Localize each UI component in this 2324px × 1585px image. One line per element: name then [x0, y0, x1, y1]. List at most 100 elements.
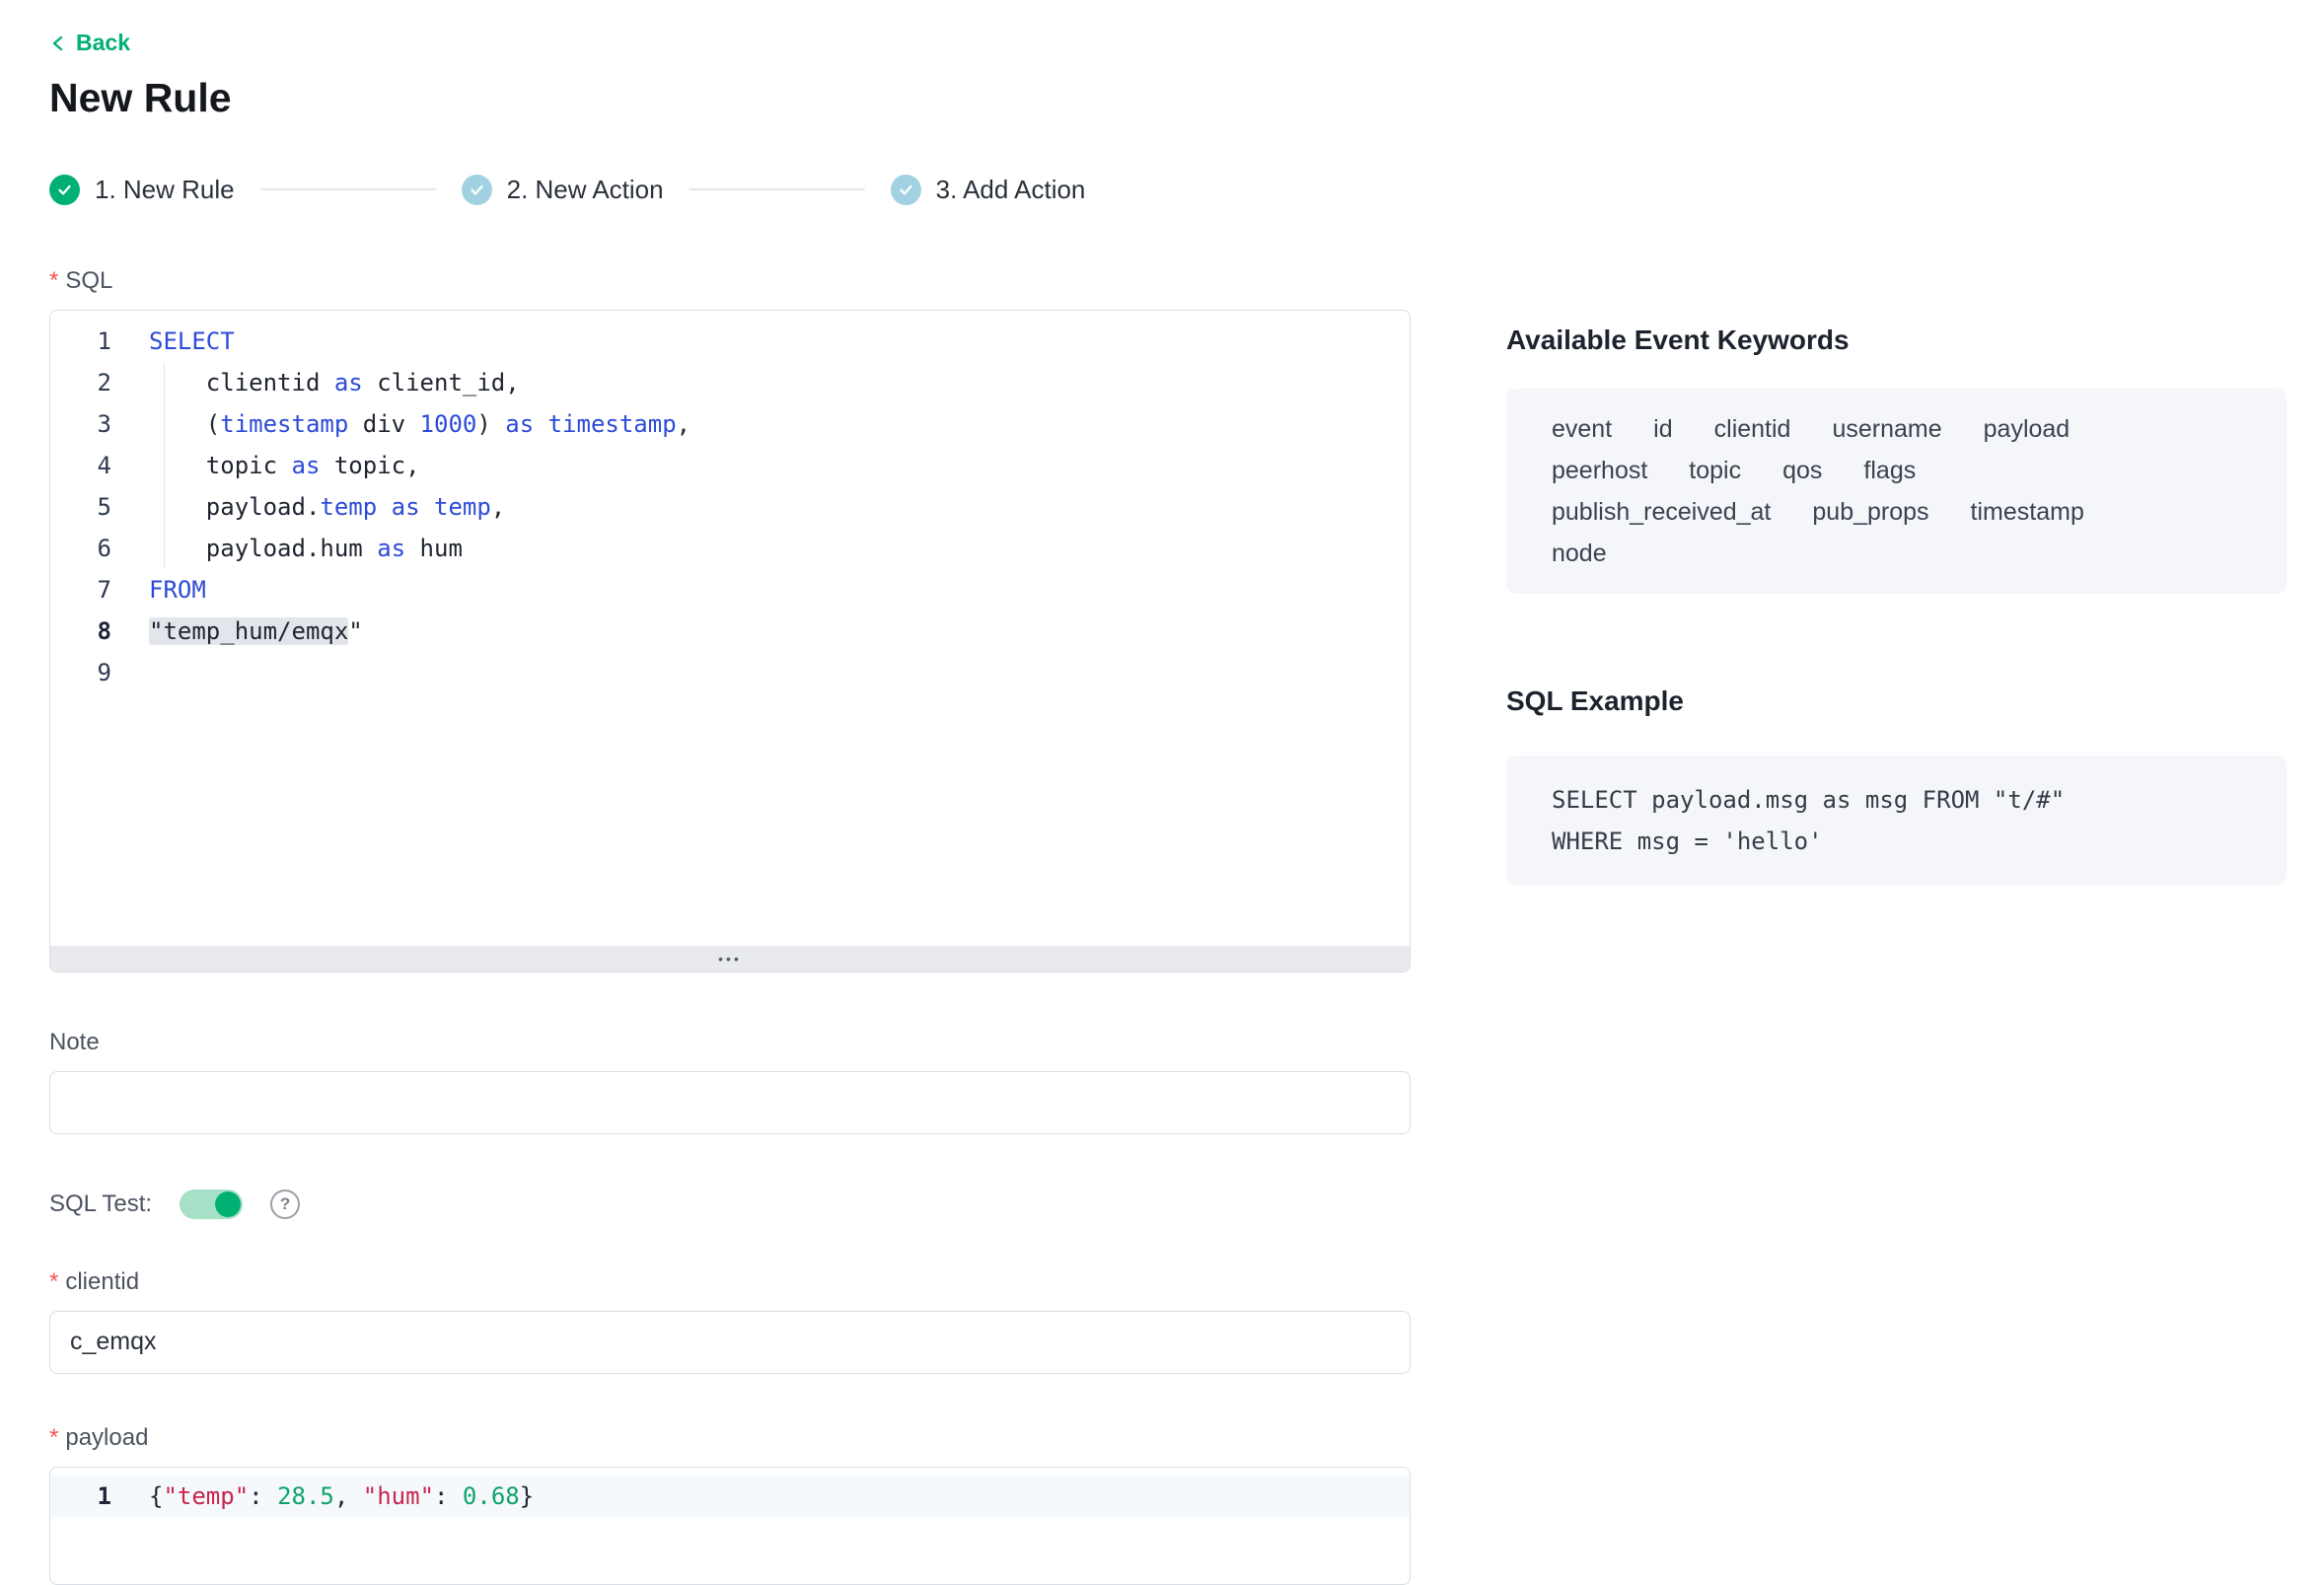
- sql-field-label: * SQL: [49, 266, 1411, 296]
- code-token: "hum": [363, 1482, 434, 1510]
- code-token: ,: [334, 1482, 363, 1510]
- code-line: 8 "temp_hum/emqx": [50, 611, 1410, 652]
- step-3-add-action[interactable]: 3. Add Action: [891, 175, 1086, 205]
- clientid-input[interactable]: [49, 1311, 1411, 1374]
- back-label: Back: [76, 30, 130, 56]
- code-token: payload.: [149, 493, 320, 521]
- check-circle-icon-todo: [891, 175, 921, 205]
- field-label-text: payload: [65, 1423, 148, 1453]
- chevron-left-icon: [49, 34, 67, 53]
- field-label-text: SQL: [65, 266, 112, 296]
- code-token: ): [476, 410, 505, 438]
- field-label-text: clientid: [65, 1267, 139, 1297]
- code-text: clientid as client_id,: [149, 362, 520, 403]
- event-keyword: username: [1832, 414, 1941, 444]
- event-keyword: flags: [1863, 456, 1916, 485]
- sql-code-area: 1SELECT2 clientid as client_id,3 (timest…: [50, 311, 1410, 946]
- code-token: temp: [434, 493, 491, 521]
- clientid-field-label: * clientid: [49, 1267, 1411, 1297]
- code-text: payload.hum as hum: [149, 528, 463, 569]
- code-token: as: [392, 493, 420, 521]
- code-token: ,: [677, 410, 690, 438]
- code-token: client_id,: [363, 369, 520, 396]
- main-column: Back New Rule 1. New Rule 2. New Action …: [49, 0, 1411, 1585]
- code-token: as: [377, 535, 405, 562]
- event-keyword: event: [1552, 414, 1612, 444]
- event-keyword: id: [1653, 414, 1672, 444]
- code-line: 1SELECT: [50, 321, 1410, 362]
- code-line: 2 clientid as client_id,: [50, 362, 1410, 403]
- code-token: hum: [405, 535, 463, 562]
- sql-test-row: SQL Test: ?: [49, 1189, 1411, 1220]
- line-number: 6: [50, 528, 111, 569]
- list-item: WHERE msg = 'hello': [1552, 821, 2241, 862]
- line-number: 3: [50, 403, 111, 445]
- sql-example-box: SELECT payload.msg as msg FROM "t/#"WHER…: [1506, 756, 2287, 886]
- sql-test-toggle[interactable]: [180, 1189, 243, 1219]
- toggle-knob: [215, 1191, 241, 1217]
- line-number: 5: [50, 486, 111, 528]
- keyword-row: publish_received_atpub_propstimestamp: [1552, 497, 2241, 527]
- event-keyword: clientid: [1714, 414, 1791, 444]
- code-token: 28.5: [277, 1482, 334, 1510]
- code-token: 0.68: [463, 1482, 520, 1510]
- field-label-text: Note: [49, 1028, 100, 1057]
- code-line: 5 payload.temp as temp,: [50, 486, 1410, 528]
- code-token: (: [149, 410, 220, 438]
- code-token: as: [505, 410, 534, 438]
- event-keyword: peerhost: [1552, 456, 1647, 485]
- code-token: as: [334, 369, 363, 396]
- code-token: temp: [320, 493, 377, 521]
- check-circle-icon-todo: [462, 175, 492, 205]
- code-token: div: [348, 410, 419, 438]
- code-token: }: [520, 1482, 534, 1510]
- code-token: "temp_hum/emqx: [149, 617, 348, 645]
- event-keyword: pub_props: [1812, 497, 1928, 527]
- code-token: [534, 410, 547, 438]
- code-token: 1000: [420, 410, 477, 438]
- code-token: {: [149, 1482, 163, 1510]
- help-panel: Available Event Keywords eventidclientid…: [1506, 324, 2287, 886]
- sql-code-editor[interactable]: 1SELECT2 clientid as client_id,3 (timest…: [49, 310, 1411, 973]
- code-token: timestamp: [548, 410, 677, 438]
- event-keyword: payload: [1984, 414, 2070, 444]
- code-text: (timestamp div 1000) as timestamp,: [149, 403, 690, 445]
- step-1-new-rule[interactable]: 1. New Rule: [49, 175, 235, 205]
- code-token: payload.hum: [149, 535, 377, 562]
- code-line: 4 topic as topic,: [50, 445, 1410, 486]
- required-asterisk: *: [49, 1267, 58, 1297]
- code-token: ,: [491, 493, 505, 521]
- line-number: 7: [50, 569, 111, 611]
- code-token: :: [434, 1482, 463, 1510]
- note-input[interactable]: [49, 1071, 1411, 1134]
- stepper: 1. New Rule 2. New Action 3. Add Action: [49, 175, 1411, 205]
- editor-resize-handle[interactable]: •••: [50, 946, 1410, 972]
- code-token: topic,: [320, 452, 419, 479]
- step-2-new-action[interactable]: 2. New Action: [462, 175, 664, 205]
- help-icon[interactable]: ?: [270, 1189, 300, 1219]
- code-line: 1{"temp": 28.5, "hum": 0.68}: [50, 1476, 1410, 1517]
- keyword-row: node: [1552, 539, 2241, 568]
- code-text: "temp_hum/emqx": [149, 611, 363, 652]
- code-text: SELECT: [149, 321, 235, 362]
- note-field-label: Note: [49, 1028, 1411, 1057]
- code-line: 6 payload.hum as hum: [50, 528, 1410, 569]
- step-label: 1. New Rule: [95, 175, 235, 205]
- code-line: 9: [50, 652, 1410, 693]
- sql-test-label: SQL Test:: [49, 1189, 152, 1219]
- line-number: 2: [50, 362, 111, 403]
- back-link[interactable]: Back: [49, 30, 130, 56]
- code-token: timestamp: [220, 410, 348, 438]
- keywords-box: event id clientid username payload peerhost to…: [1506, 389, 2287, 594]
- event-keyword: topic: [1689, 456, 1741, 485]
- payload-code-editor[interactable]: 1{"temp": 28.5, "hum": 0.68}: [49, 1467, 1411, 1585]
- sql-example-title: SQL Example: [1506, 684, 2287, 718]
- ellipsis-icon: •••: [718, 951, 742, 967]
- code-line: 7FROM: [50, 569, 1410, 611]
- code-token: [420, 493, 434, 521]
- required-asterisk: *: [49, 266, 58, 296]
- step-label: 2. New Action: [507, 175, 664, 205]
- line-number: 8: [50, 611, 111, 652]
- code-token: "temp": [163, 1482, 249, 1510]
- event-keyword: publish_received_at: [1552, 497, 1771, 527]
